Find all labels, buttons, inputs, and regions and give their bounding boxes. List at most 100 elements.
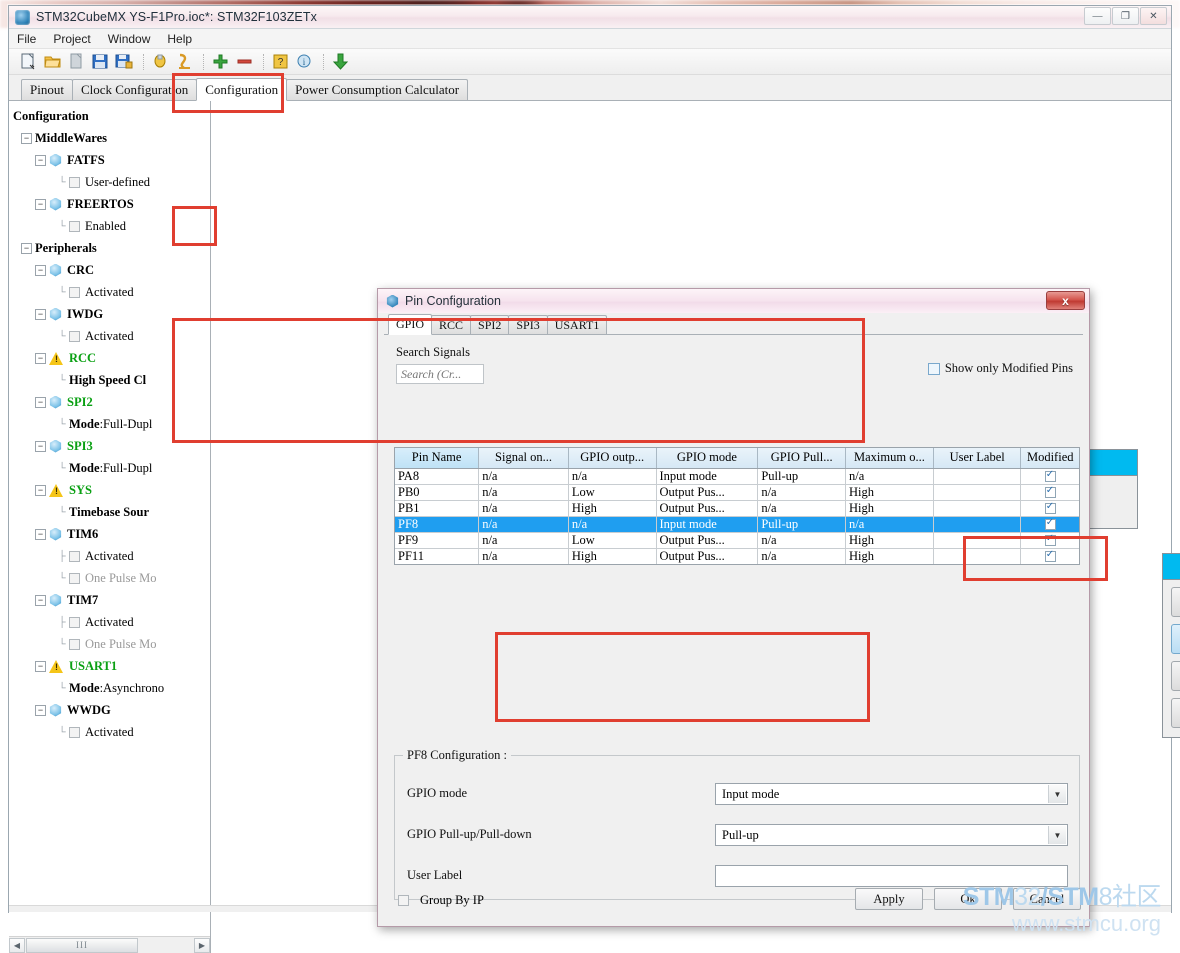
checkbox[interactable]	[69, 176, 80, 188]
tree-item-wwdg[interactable]: − WWDG	[13, 699, 210, 721]
tree-group-middlewares[interactable]: − MiddleWares	[13, 127, 210, 149]
gpio-pull-select[interactable]: Pull-up ▼	[715, 824, 1068, 846]
collapse-icon[interactable]: −	[35, 396, 46, 408]
table-row-selected[interactable]: PF8 n/a n/a Input mode Pull-up n/a	[395, 516, 1079, 533]
collapse-icon[interactable]: −	[35, 440, 46, 452]
tree-check-crc-activated[interactable]: └ Activated	[13, 281, 210, 303]
remove-icon[interactable]	[235, 52, 254, 71]
new-project-icon[interactable]	[19, 52, 38, 71]
col-gpio-output[interactable]: GPIO outp...	[568, 448, 657, 469]
scrollbar-thumb[interactable]: III	[26, 937, 138, 953]
tab-configuration[interactable]: Configuration	[196, 78, 288, 101]
save-icon[interactable]	[91, 52, 110, 71]
collapse-icon[interactable]: −	[35, 264, 46, 276]
group-by-ip-checkbox[interactable]	[398, 895, 409, 906]
collapse-icon[interactable]: −	[35, 528, 46, 540]
tree-item-fatfs[interactable]: − FATFS	[13, 149, 210, 171]
scroll-left-arrow-icon[interactable]: ◀	[9, 937, 25, 953]
save-as-icon[interactable]	[115, 52, 134, 71]
search-input[interactable]	[396, 364, 484, 384]
collapse-icon[interactable]: −	[35, 704, 46, 716]
tab-pinout[interactable]: Pinout	[21, 79, 73, 100]
tree-check-user-defined[interactable]: └ User-defined	[13, 171, 210, 193]
tab-power-calc[interactable]: Power Consumption Calculator	[286, 79, 469, 100]
dialog-tab-gpio[interactable]: GPIO	[388, 314, 433, 335]
checkbox[interactable]	[69, 638, 80, 650]
checkbox[interactable]	[69, 550, 80, 562]
tree-check-enabled[interactable]: └ Enabled	[13, 215, 210, 237]
dialog-close-button[interactable]: x	[1046, 291, 1085, 310]
collapse-icon[interactable]: −	[21, 132, 32, 144]
table-row[interactable]: PB1 n/a High Output Pus... n/a High	[395, 500, 1079, 517]
apply-button[interactable]: Apply	[855, 888, 923, 910]
collapse-icon[interactable]: −	[35, 154, 46, 166]
tree-check-tim6-activated[interactable]: ├ Activated	[13, 545, 210, 567]
checkbox[interactable]	[69, 220, 80, 232]
tree-item-freertos[interactable]: − FREERTOS	[13, 193, 210, 215]
menu-project[interactable]: Project	[53, 32, 90, 46]
col-modified[interactable]: Modified	[1020, 448, 1079, 469]
menu-window[interactable]: Window	[108, 32, 151, 46]
minimize-button[interactable]: —	[1084, 7, 1111, 25]
col-gpio-mode[interactable]: GPIO mode	[656, 448, 759, 469]
maximize-button[interactable]: ❐	[1112, 7, 1139, 25]
close-button[interactable]: ✕	[1140, 7, 1167, 25]
tree-info-usart1-mode[interactable]: └ Mode:Asynchrono	[13, 677, 210, 699]
tree-item-tim7[interactable]: − TIM7	[13, 589, 210, 611]
tree-item-rcc[interactable]: − RCC	[13, 347, 210, 369]
collapse-icon[interactable]: −	[35, 594, 46, 606]
tree-check-tim6-one-pulse[interactable]: └ One Pulse Mo	[13, 567, 210, 589]
generate-report-icon[interactable]	[151, 52, 170, 71]
tree-item-tim6[interactable]: − TIM6	[13, 523, 210, 545]
menu-file[interactable]: File	[17, 32, 36, 46]
checkbox[interactable]	[69, 616, 80, 628]
col-user-label[interactable]: User Label	[933, 448, 1022, 469]
help-icon[interactable]: ?	[271, 52, 290, 71]
ip-button-nvic[interactable]: NVIC	[1171, 661, 1180, 691]
tree-item-iwdg[interactable]: − IWDG	[13, 303, 210, 325]
show-only-modified-pins-row[interactable]: Show only Modified Pins	[927, 361, 1073, 376]
tree-check-tim7-one-pulse[interactable]: └ One Pulse Mo	[13, 633, 210, 655]
table-row[interactable]: PA8 n/a n/a Input mode Pull-up n/a	[395, 468, 1079, 485]
gpio-mode-select[interactable]: Input mode ▼	[715, 783, 1068, 805]
tree-info-rcc-hse[interactable]: └ High Speed Cl	[13, 369, 210, 391]
tree-item-spi2[interactable]: − SPI2	[13, 391, 210, 413]
show-only-modified-checkbox[interactable]	[927, 362, 940, 375]
update-icon[interactable]	[331, 52, 350, 71]
ip-button-dma[interactable]: DMA	[1171, 587, 1180, 617]
tab-clock-config[interactable]: Clock Configuration	[71, 79, 198, 100]
collapse-icon[interactable]: −	[35, 308, 46, 320]
tree-check-tim7-activated[interactable]: ├ Activated	[13, 611, 210, 633]
generate-code-icon[interactable]	[175, 52, 194, 71]
copy-icon[interactable]	[67, 52, 86, 71]
collapse-icon[interactable]: −	[35, 352, 46, 364]
table-row[interactable]: PF11 n/a High Output Pus... n/a High	[395, 548, 1079, 564]
menu-help[interactable]: Help	[167, 32, 192, 46]
tree-info-sys-timebase[interactable]: └ Timebase Sour	[13, 501, 210, 523]
tree-item-sys[interactable]: − SYS	[13, 479, 210, 501]
collapse-icon[interactable]: −	[35, 484, 46, 496]
tree-info-spi3-mode[interactable]: └ Mode:Full-Dupl	[13, 457, 210, 479]
tree-item-crc[interactable]: − CRC	[13, 259, 210, 281]
chevron-down-icon[interactable]: ▼	[1048, 826, 1066, 844]
tree-item-usart1[interactable]: − USART1	[13, 655, 210, 677]
tree-check-wwdg-activated[interactable]: └ Activated	[13, 721, 210, 743]
tree-item-spi3[interactable]: − SPI3	[13, 435, 210, 457]
about-icon[interactable]: i	[295, 52, 314, 71]
tree-check-iwdg-activated[interactable]: └ Activated	[13, 325, 210, 347]
col-pin-name[interactable]: Pin Name	[395, 448, 480, 469]
ip-button-gpio[interactable]: GPIO	[1171, 624, 1180, 654]
scroll-right-arrow-icon[interactable]: ▶	[194, 937, 210, 953]
collapse-icon[interactable]: −	[35, 198, 46, 210]
open-project-icon[interactable]	[43, 52, 62, 71]
tree-group-peripherals[interactable]: − Peripherals	[13, 237, 210, 259]
table-row[interactable]: PF9 n/a Low Output Pus... n/a High	[395, 532, 1079, 549]
col-gpio-pull[interactable]: GPIO Pull...	[757, 448, 847, 469]
col-maximum-output[interactable]: Maximum o...	[845, 448, 934, 469]
collapse-icon[interactable]: −	[35, 660, 46, 672]
group-by-ip-row[interactable]: Group By IP	[398, 893, 484, 908]
tree-info-spi2-mode[interactable]: └ Mode:Full-Dupl	[13, 413, 210, 435]
sidebar-horizontal-scrollbar[interactable]: ◀ III ▶	[9, 936, 210, 953]
checkbox[interactable]	[69, 286, 80, 298]
dialog-tab-rcc[interactable]: RCC	[431, 315, 472, 334]
